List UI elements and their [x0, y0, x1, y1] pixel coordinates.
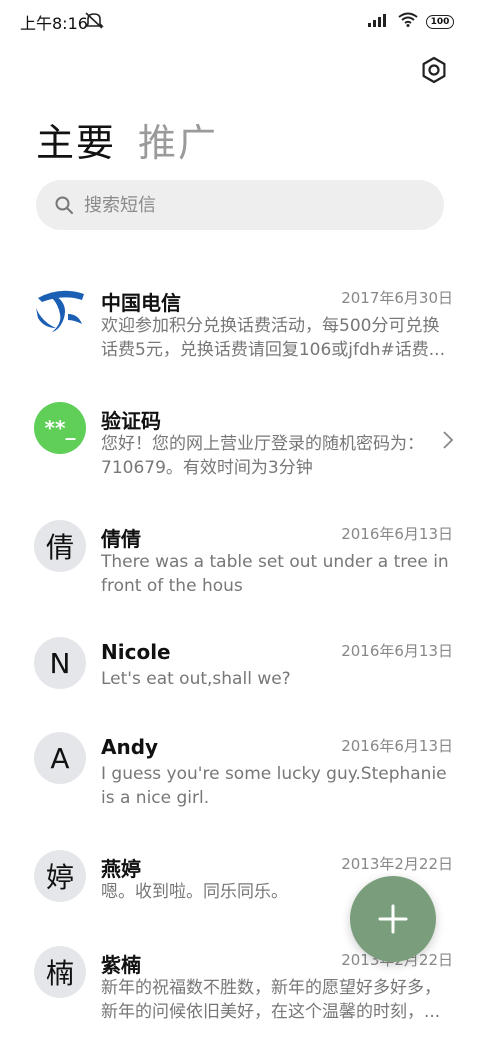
message-item[interactable]: 倩 倩倩 2016年6月13日 There was a table set ou…: [0, 506, 480, 616]
settings-gear-icon: [422, 56, 446, 84]
avatar: 婷: [34, 850, 86, 902]
avatar: [34, 284, 86, 336]
message-item[interactable]: N Nicole 2016年6月13日 Let's eat out,shall …: [0, 623, 480, 733]
message-preview: 您好！您的网上营业厅登录的随机密码为：710679。有效时间为3分钟: [101, 434, 424, 478]
message-date: 2016年6月13日: [341, 642, 453, 660]
message-preview: 新年的祝福数不胜数，新年的愿望好多好多，新年的问候依旧美好，在这个温馨的时刻，.…: [101, 978, 441, 1022]
signal-icon: [368, 12, 390, 31]
message-item-verification[interactable]: **_ 验证码 您好！您的网上营业厅登录的随机密码为：710679。有效时间为3…: [0, 388, 480, 498]
mute-icon: [84, 11, 104, 33]
tab-promotions[interactable]: 推广: [138, 112, 218, 167]
tab-primary[interactable]: 主要: [36, 112, 116, 167]
status-right: 100: [368, 12, 454, 31]
message-preview: I guess you're some lucky guy.Stephanie …: [101, 764, 447, 808]
tab-bar: 主要 推广: [36, 112, 218, 167]
plus-icon: [378, 904, 408, 934]
message-preview: Let's eat out,shall we?: [101, 669, 291, 689]
message-date: 2016年6月13日: [341, 737, 453, 755]
message-item[interactable]: A Andy 2016年6月13日 I guess you're some lu…: [0, 718, 480, 828]
message-preview: There was a table set out under a tree i…: [101, 552, 449, 596]
battery-icon: 100: [426, 14, 454, 29]
wifi-icon: [398, 12, 418, 31]
message-date: 2016年6月13日: [341, 525, 453, 543]
message-item-china-telecom[interactable]: 中国电信 2017年6月30日 欢迎参加积分兑换话费活动，每500分可兑换话费5…: [0, 270, 480, 380]
search-bar[interactable]: [36, 180, 444, 230]
message-date: 2013年2月22日: [341, 855, 453, 873]
avatar: A: [34, 732, 86, 784]
search-icon: [55, 196, 73, 214]
avatar: N: [34, 637, 86, 689]
avatar: **_: [34, 402, 86, 454]
new-message-button[interactable]: [350, 876, 436, 962]
sender-name: Andy: [101, 735, 159, 759]
avatar: 楠: [34, 946, 86, 998]
sender-name: 中国电信: [101, 291, 181, 315]
chevron-right-icon[interactable]: [442, 430, 454, 454]
avatar: 倩: [34, 520, 86, 572]
sender-name: 倩倩: [101, 527, 141, 551]
sender-name: 紫楠: [101, 953, 141, 977]
search-input[interactable]: [84, 194, 414, 216]
sender-name: 验证码: [101, 409, 161, 433]
sender-name: Nicole: [101, 640, 171, 664]
settings-button[interactable]: [418, 54, 450, 86]
status-time: 上午8:16: [20, 14, 88, 33]
message-preview: 欢迎参加积分兑换话费活动，每500分可兑换话费5元，兑换话费请回复106或jfd…: [101, 316, 445, 360]
china-telecom-logo-icon: [36, 290, 84, 332]
message-date: 2017年6月30日: [341, 289, 453, 307]
status-bar: 上午8:16 100: [0, 0, 480, 42]
sender-name: 燕婷: [101, 857, 141, 881]
